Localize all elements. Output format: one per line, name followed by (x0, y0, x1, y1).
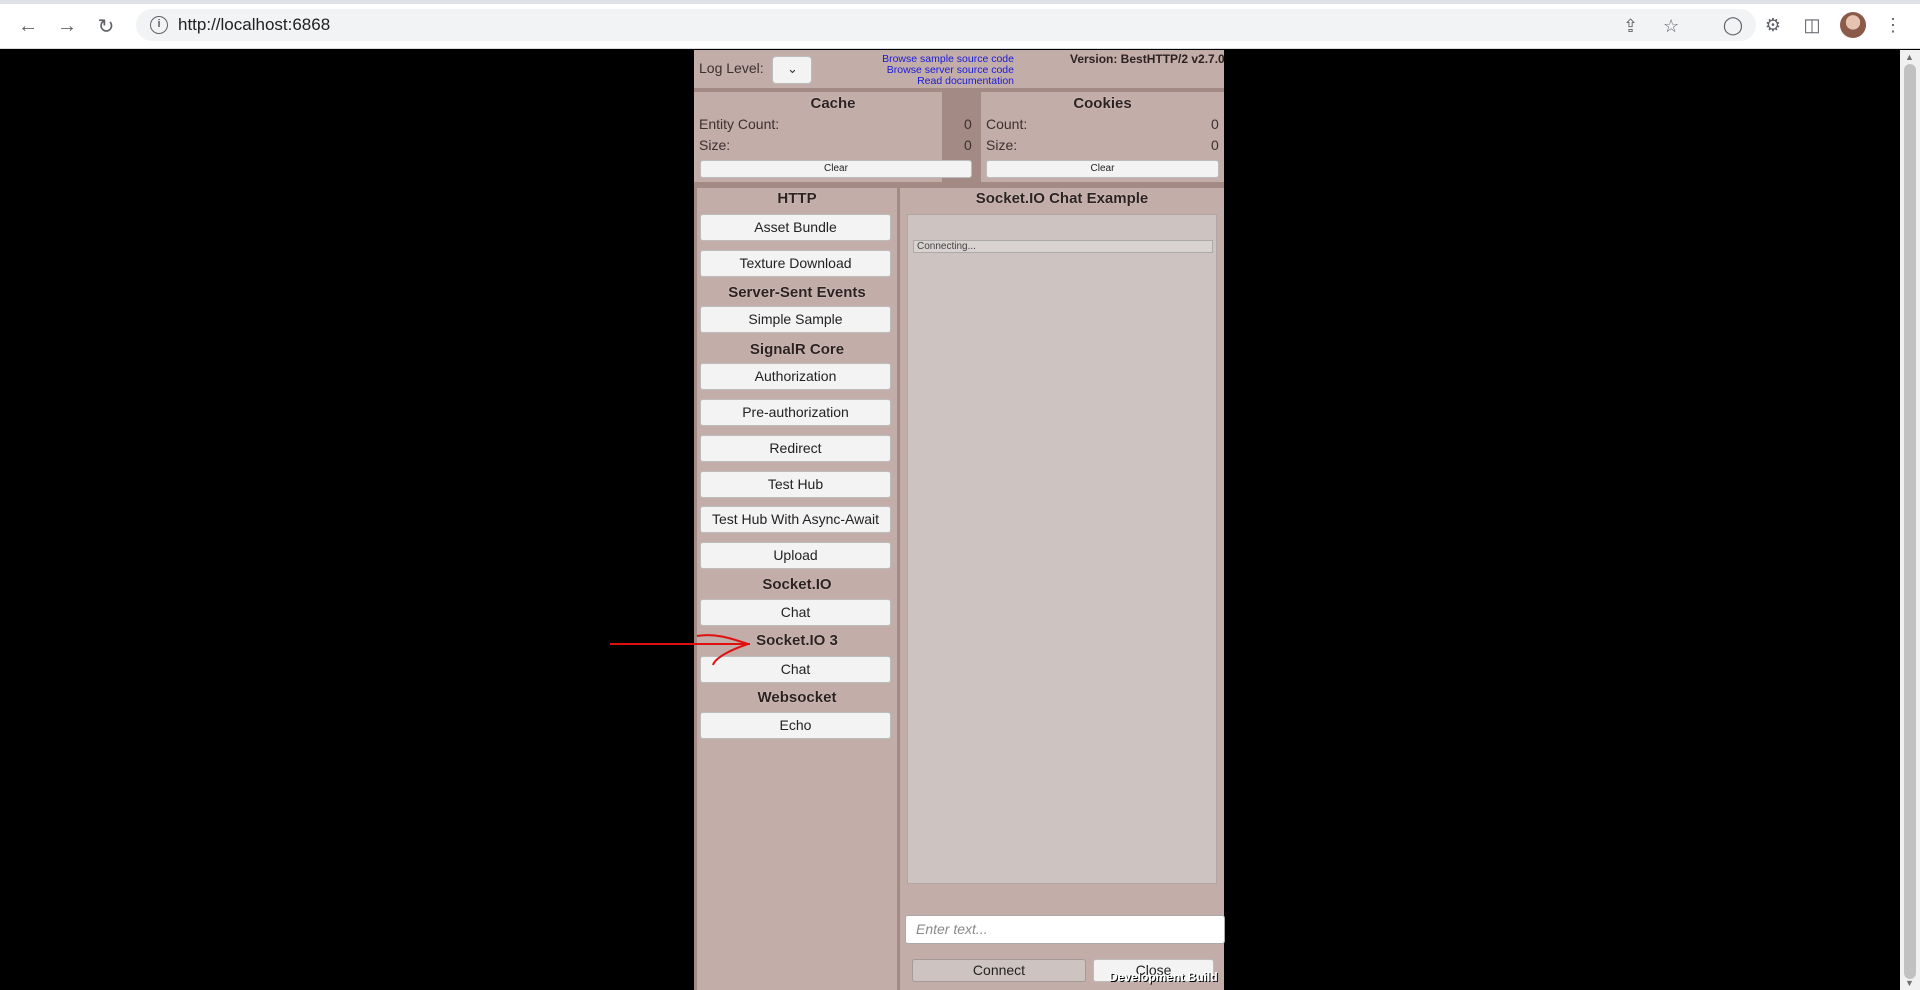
entity-count-label: Entity Count: (699, 116, 780, 132)
documentation-link[interactable]: Read documentation (854, 75, 1014, 87)
address-bar[interactable]: i http://localhost:6868 ⇪ ☆ (136, 9, 1756, 41)
chat-title: Socket.IO Chat Example (975, 190, 1149, 207)
cookies-count-value: 0 (1211, 116, 1219, 132)
development-build-label: Development Build (1109, 970, 1218, 984)
scroll-down-icon[interactable]: ▼ (1905, 978, 1914, 988)
extension-circle-icon[interactable]: ◯ (1722, 14, 1744, 36)
authorization-button[interactable]: Authorization (700, 363, 891, 390)
chat-panel: Socket.IO Chat Example Connecting... Ent… (900, 188, 1225, 990)
test-hub-async-await-button[interactable]: Test Hub With Async-Await (700, 506, 891, 533)
back-icon[interactable]: ← (14, 12, 42, 40)
upload-button[interactable]: Upload (700, 542, 891, 569)
cookies-size-label: Size: (986, 137, 1018, 153)
test-hub-button[interactable]: Test Hub (700, 471, 891, 498)
samples-sidebar: HTTP Asset Bundle Texture Download Serve… (697, 188, 897, 990)
cache-size-value: 0 (964, 137, 972, 153)
cookies-clear-button[interactable]: Clear (986, 160, 1219, 178)
redirect-button[interactable]: Redirect (700, 435, 891, 462)
simple-sample-button[interactable]: Simple Sample (700, 306, 891, 333)
cache-clear-button[interactable]: Clear (700, 160, 972, 178)
cookies-size-value: 0 (1211, 137, 1219, 153)
section-websocket: Websocket (757, 689, 837, 706)
websocket-echo-button[interactable]: Echo (700, 712, 891, 739)
cookies-panel: Cookies Count: 0 Size: 0 Clear (981, 92, 1224, 182)
page-scrollbar[interactable]: ▲ ▼ (1900, 50, 1920, 990)
section-signalr-core: SignalR Core (749, 341, 845, 358)
section-http: HTTP (777, 190, 817, 207)
share-icon[interactable]: ⇪ (1623, 16, 1638, 37)
connect-button[interactable]: Connect (912, 959, 1086, 982)
scroll-up-icon[interactable]: ▲ (1905, 52, 1914, 62)
profile-avatar[interactable] (1840, 12, 1866, 38)
url-text[interactable]: http://localhost:6868 (178, 15, 330, 35)
chat-text-input[interactable]: Enter text... (905, 915, 1225, 944)
cookies-count-label: Count: (986, 116, 1028, 132)
socket-io-chat-button[interactable]: Chat (700, 599, 891, 626)
texture-download-button[interactable]: Texture Download (700, 250, 891, 277)
pre-authorization-button[interactable]: Pre-authorization (700, 399, 891, 426)
forward-icon[interactable]: → (53, 12, 81, 40)
top-bar: Log Level: ⌄ Browse sample source code B… (694, 50, 1225, 88)
log-level-select[interactable]: ⌄ (772, 56, 812, 84)
unity-app: Log Level: ⌄ Browse sample source code B… (694, 50, 1225, 990)
section-server-sent-events: Server-Sent Events (728, 284, 866, 301)
cache-size-label: Size: (699, 137, 731, 153)
reload-icon[interactable]: ↻ (92, 12, 120, 40)
sidepanel-icon[interactable]: ◫ (1801, 14, 1823, 36)
connection-status: Connecting... (913, 240, 1213, 253)
chat-messages-area[interactable]: Connecting... (907, 214, 1217, 884)
puzzle-icon[interactable]: ⚙ (1762, 14, 1784, 36)
bookmark-star-icon[interactable]: ☆ (1663, 16, 1679, 37)
scrollbar-thumb[interactable] (1904, 64, 1916, 979)
section-socket-io: Socket.IO (762, 576, 832, 593)
chevron-down-icon: ⌄ (787, 61, 798, 76)
entity-count-value: 0 (964, 116, 972, 132)
log-level-label: Log Level: (699, 60, 764, 76)
tab-strip (0, 0, 1920, 4)
cookies-title: Cookies (1073, 95, 1132, 112)
version-label: Version: BestHTTP/2 v2.7.0 (1070, 52, 1225, 66)
menu-dots-icon[interactable]: ⋮ (1882, 14, 1904, 36)
cache-panel: Cache Entity Count: 0 Size: 0 Clear (694, 92, 972, 182)
browser-toolbar: ← → ↻ i http://localhost:6868 ⇪ ☆ ◯ ⚙ ◫ … (0, 0, 1920, 49)
cache-title: Cache (810, 95, 856, 112)
info-icon[interactable]: i (150, 16, 168, 34)
asset-bundle-button[interactable]: Asset Bundle (700, 214, 891, 241)
annotation-arrow (610, 634, 750, 666)
